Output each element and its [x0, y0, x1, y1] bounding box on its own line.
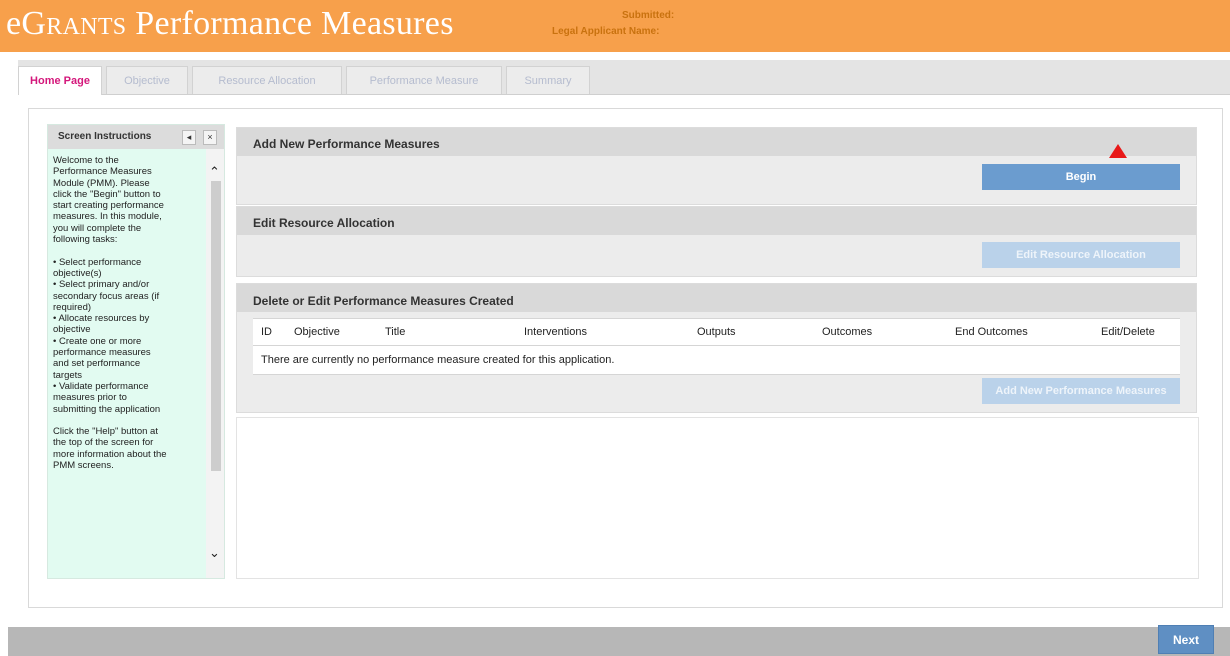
- column-header: Outcomes: [814, 318, 947, 346]
- footer-bar: [8, 627, 1230, 656]
- chevron-down-icon[interactable]: ⌄: [209, 545, 220, 561]
- column-header: Outputs: [689, 318, 814, 346]
- delete-edit-header: Delete or Edit Performance Measures Crea…: [237, 284, 1196, 312]
- next-button[interactable]: Next: [1158, 625, 1214, 654]
- column-header: Interventions: [516, 318, 689, 346]
- add-measures-header: Add New Performance Measures: [237, 128, 1196, 156]
- empty-table-message: There are currently no performance measu…: [253, 345, 1180, 375]
- tab-summary[interactable]: Summary: [506, 66, 590, 94]
- table-row: There are currently no performance measu…: [253, 345, 1180, 375]
- column-header: Objective: [286, 318, 377, 346]
- app-header: eGrants Performance Measures Submitted: …: [0, 0, 1230, 52]
- performance-measures-table: ID Objective Title Interventions Outputs…: [253, 318, 1180, 375]
- instructions-scrollbar[interactable]: ⌃ ⌄: [206, 149, 224, 578]
- app-title: eGrants Performance Measures: [6, 5, 454, 42]
- tab-home-page[interactable]: Home Page: [18, 66, 102, 95]
- edit-resource-title: Edit Resource Allocation: [253, 216, 395, 230]
- instructions-header: Screen Instructions ◂ ×: [48, 125, 224, 149]
- column-header: End Outcomes: [947, 318, 1093, 346]
- submitted-label: Submitted:: [622, 10, 675, 21]
- instructions-text: Welcome to the Performance Measures Modu…: [53, 155, 167, 472]
- delete-edit-title: Delete or Edit Performance Measures Crea…: [253, 294, 514, 308]
- edit-resource-section: Edit Resource Allocation Edit Resource A…: [236, 206, 1197, 277]
- delete-edit-section: Delete or Edit Performance Measures Crea…: [236, 283, 1197, 413]
- add-measures-title: Add New Performance Measures: [253, 137, 440, 151]
- tab-bar: Home Page Objective Resource Allocation …: [18, 60, 1230, 95]
- instructions-title: Screen Instructions: [58, 131, 152, 142]
- screen-instructions-panel: Screen Instructions ◂ × Welcome to the P…: [47, 124, 225, 579]
- applicant-label: Legal Applicant Name:: [552, 26, 660, 37]
- tab-performance-measure[interactable]: Performance Measure: [346, 66, 502, 94]
- application-info: Submitted: Legal Applicant Name:: [552, 8, 674, 40]
- column-header: Title: [377, 318, 516, 346]
- chevron-up-icon[interactable]: ⌃: [209, 164, 220, 180]
- scrollbar-thumb[interactable]: [211, 181, 221, 471]
- pointer-indicator-icon: [1109, 144, 1127, 158]
- add-measures-section: Add New Performance Measures Begin: [236, 127, 1197, 205]
- table-header-row: ID Objective Title Interventions Outputs…: [253, 318, 1180, 346]
- column-header: ID: [253, 318, 286, 346]
- tab-objective[interactable]: Objective: [106, 66, 188, 94]
- collapse-icon[interactable]: ◂: [182, 130, 196, 145]
- begin-button[interactable]: Begin: [982, 164, 1180, 190]
- applicant-row: Legal Applicant Name:: [552, 24, 674, 40]
- content-area: [236, 417, 1199, 579]
- edit-resource-header: Edit Resource Allocation: [237, 207, 1196, 235]
- add-new-performance-measures-button[interactable]: Add New Performance Measures: [982, 378, 1180, 404]
- edit-resource-allocation-button[interactable]: Edit Resource Allocation: [982, 242, 1180, 268]
- tab-resource-allocation[interactable]: Resource Allocation: [192, 66, 342, 94]
- close-icon[interactable]: ×: [203, 130, 217, 145]
- column-header: Edit/Delete: [1093, 318, 1180, 346]
